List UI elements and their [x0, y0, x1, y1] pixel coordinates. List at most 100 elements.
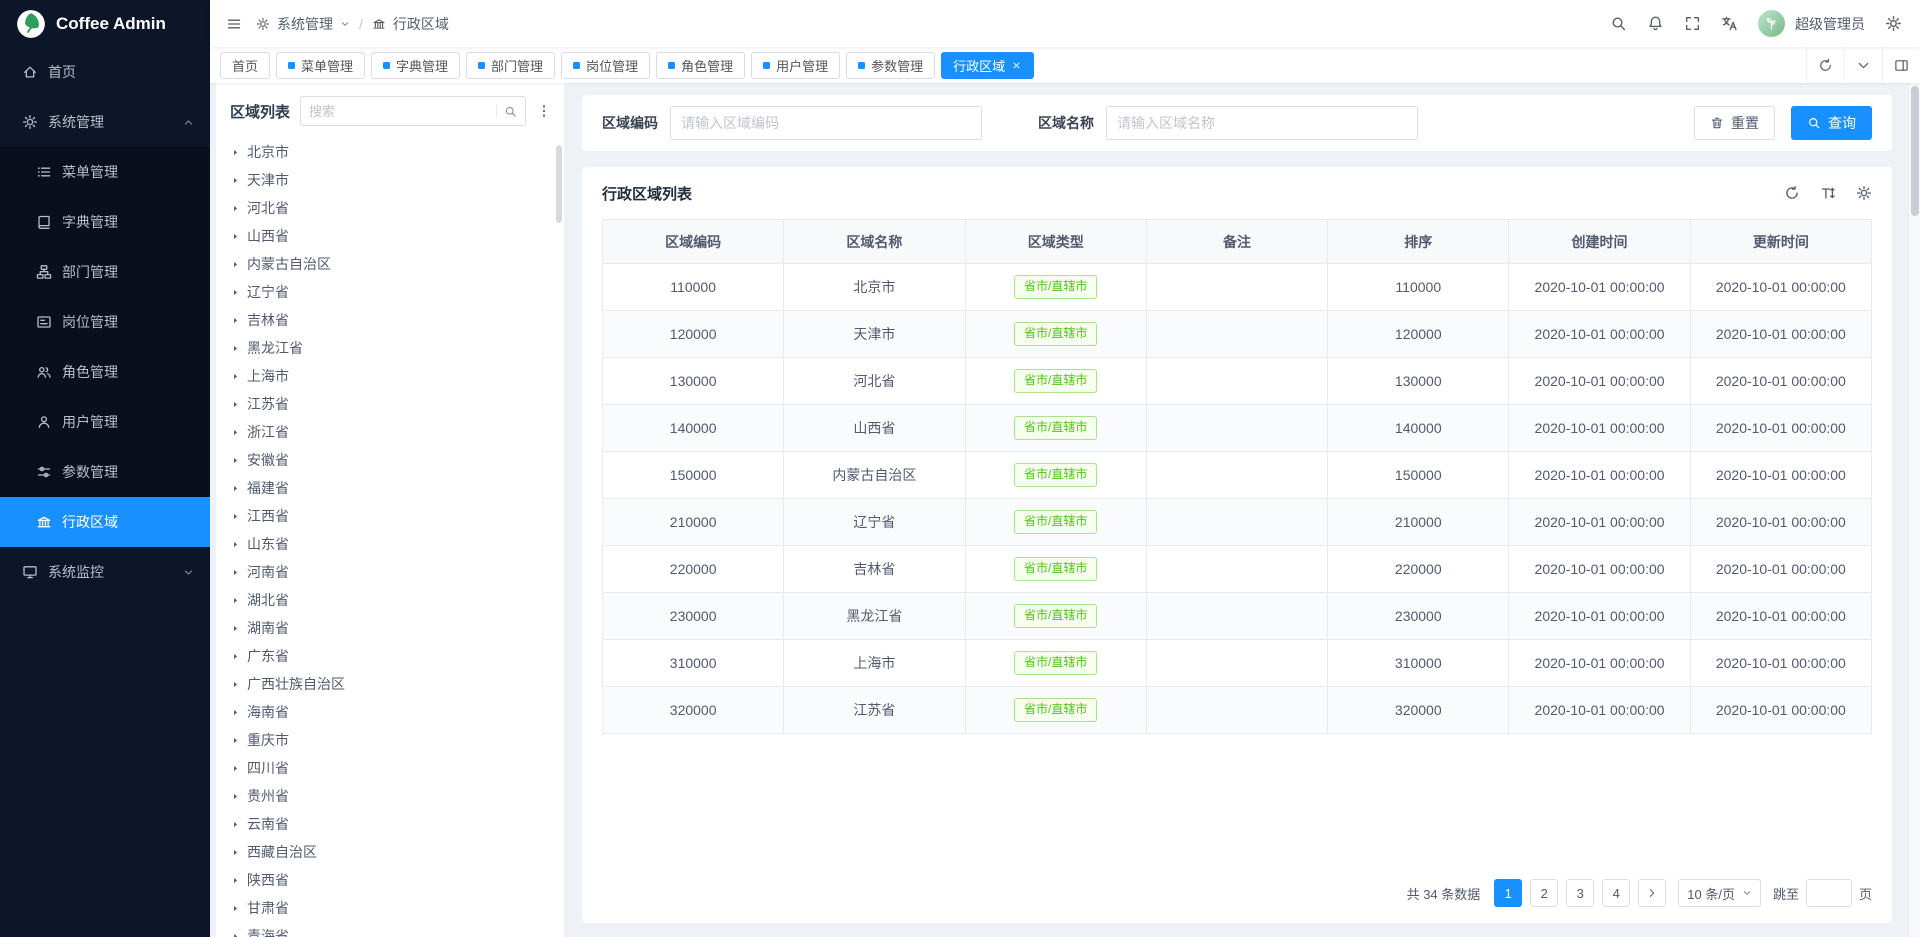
chevron-down-icon[interactable] [1844, 47, 1882, 83]
caret-right-icon[interactable] [231, 204, 240, 213]
caret-right-icon[interactable] [231, 540, 240, 549]
caret-right-icon[interactable] [231, 932, 240, 937]
caret-right-icon[interactable] [231, 372, 240, 381]
next-page-button[interactable] [1638, 879, 1666, 907]
chevron-down-icon[interactable] [340, 19, 350, 29]
bell-icon[interactable] [1647, 15, 1664, 32]
tab-close-icon[interactable] [1011, 60, 1022, 71]
query-button[interactable]: 查询 [1791, 106, 1872, 140]
tree-item[interactable]: 辽宁省 [216, 278, 564, 306]
tab[interactable]: 参数管理 [846, 52, 935, 79]
caret-right-icon[interactable] [231, 792, 240, 801]
tree-item[interactable]: 福建省 [216, 474, 564, 502]
tab[interactable]: 角色管理 [656, 52, 745, 79]
refresh-icon[interactable] [1806, 47, 1844, 83]
caret-right-icon[interactable] [231, 344, 240, 353]
tab[interactable]: 岗位管理 [561, 52, 650, 79]
caret-right-icon[interactable] [231, 708, 240, 717]
sidebar-item[interactable]: 用户管理 [0, 397, 210, 447]
tree-item[interactable]: 广东省 [216, 642, 564, 670]
gear-icon[interactable] [1856, 185, 1872, 201]
caret-right-icon[interactable] [231, 148, 240, 157]
caret-right-icon[interactable] [231, 316, 240, 325]
reset-button[interactable]: 重置 [1694, 106, 1775, 140]
user-avatar[interactable] [1758, 10, 1785, 37]
caret-right-icon[interactable] [231, 232, 240, 241]
region-code-input[interactable] [670, 106, 982, 140]
caret-right-icon[interactable] [231, 260, 240, 269]
tree-item[interactable]: 甘肃省 [216, 894, 564, 922]
caret-right-icon[interactable] [231, 876, 240, 885]
tree-item[interactable]: 湖北省 [216, 586, 564, 614]
tree-item[interactable]: 云南省 [216, 810, 564, 838]
tree-item[interactable]: 贵州省 [216, 782, 564, 810]
tree-item[interactable]: 上海市 [216, 362, 564, 390]
sidebar-item[interactable]: 岗位管理 [0, 297, 210, 347]
page-button[interactable]: 2 [1530, 879, 1558, 907]
sidebar-item[interactable]: 首页 [0, 47, 210, 97]
search-icon[interactable] [1610, 15, 1627, 32]
tree-item[interactable]: 江西省 [216, 502, 564, 530]
tree-item[interactable]: 西藏自治区 [216, 838, 564, 866]
tree-item[interactable]: 浙江省 [216, 418, 564, 446]
caret-right-icon[interactable] [231, 176, 240, 185]
sidebar-item[interactable]: 菜单管理 [0, 147, 210, 197]
tree-item[interactable]: 天津市 [216, 166, 564, 194]
region-name-input[interactable] [1106, 106, 1418, 140]
caret-right-icon[interactable] [231, 288, 240, 297]
tree-item[interactable]: 陕西省 [216, 866, 564, 894]
tree-item[interactable]: 山西省 [216, 222, 564, 250]
sidebar-item[interactable]: 部门管理 [0, 247, 210, 297]
tree-item[interactable]: 河南省 [216, 558, 564, 586]
tree-item[interactable]: 广西壮族自治区 [216, 670, 564, 698]
caret-right-icon[interactable] [231, 428, 240, 437]
caret-right-icon[interactable] [231, 596, 240, 605]
fullscreen-icon[interactable] [1684, 15, 1701, 32]
tab[interactable]: 行政区域 [941, 52, 1034, 79]
caret-right-icon[interactable] [231, 680, 240, 689]
tree-item[interactable]: 江苏省 [216, 390, 564, 418]
caret-right-icon[interactable] [231, 764, 240, 773]
tree-item[interactable]: 四川省 [216, 754, 564, 782]
tree-item[interactable]: 河北省 [216, 194, 564, 222]
tree-item[interactable]: 内蒙古自治区 [216, 250, 564, 278]
jump-page-input[interactable] [1806, 879, 1852, 907]
sidebar-item[interactable]: 系统监控 [0, 547, 210, 597]
translate-icon[interactable] [1721, 15, 1738, 32]
tab[interactable]: 用户管理 [751, 52, 840, 79]
sidebar-item[interactable]: 参数管理 [0, 447, 210, 497]
tree-item[interactable]: 湖南省 [216, 614, 564, 642]
settings-gear-icon[interactable] [1885, 15, 1902, 32]
tab[interactable]: 字典管理 [371, 52, 460, 79]
dots-vertical-icon[interactable] [536, 103, 552, 119]
page-size-select[interactable]: 10 条/页 [1678, 879, 1761, 907]
tree-item[interactable]: 黑龙江省 [216, 334, 564, 362]
tree-item[interactable]: 海南省 [216, 698, 564, 726]
tree-item[interactable]: 重庆市 [216, 726, 564, 754]
sidebar-item[interactable]: 行政区域 [0, 497, 210, 547]
caret-right-icon[interactable] [231, 484, 240, 493]
tree-search-input[interactable] [309, 104, 490, 119]
caret-right-icon[interactable] [231, 736, 240, 745]
tree-scrollbar-thumb[interactable] [556, 145, 562, 223]
text-height-icon[interactable] [1820, 185, 1836, 201]
tab[interactable]: 部门管理 [466, 52, 555, 79]
caret-right-icon[interactable] [231, 512, 240, 521]
refresh-icon[interactable] [1784, 185, 1800, 201]
page-button[interactable]: 1 [1494, 879, 1522, 907]
tab[interactable]: 菜单管理 [276, 52, 365, 79]
tree-item[interactable]: 青海省 [216, 922, 564, 937]
page-scrollbar-thumb[interactable] [1911, 86, 1919, 216]
tab[interactable]: 首页 [220, 52, 270, 79]
caret-right-icon[interactable] [231, 904, 240, 913]
caret-right-icon[interactable] [231, 456, 240, 465]
app-logo[interactable]: Coffee Admin [0, 0, 210, 47]
tree-item[interactable]: 吉林省 [216, 306, 564, 334]
sidebar-item[interactable]: 字典管理 [0, 197, 210, 247]
caret-right-icon[interactable] [231, 652, 240, 661]
caret-right-icon[interactable] [231, 820, 240, 829]
page-button[interactable]: 3 [1566, 879, 1594, 907]
caret-right-icon[interactable] [231, 848, 240, 857]
caret-right-icon[interactable] [231, 624, 240, 633]
tree-item[interactable]: 安徽省 [216, 446, 564, 474]
